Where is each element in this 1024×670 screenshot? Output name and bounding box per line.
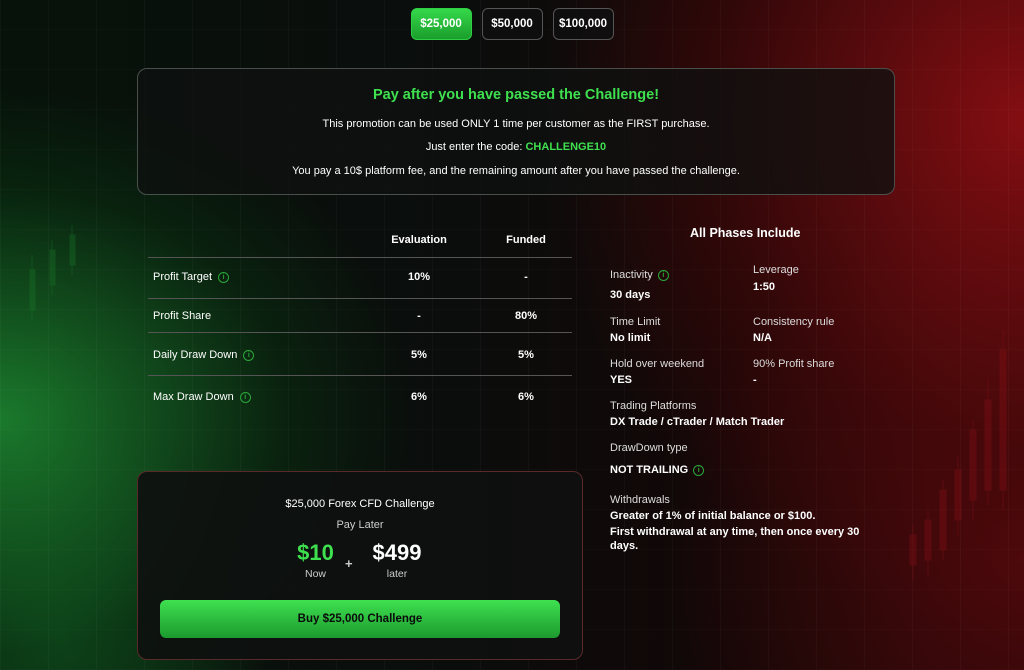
inactivity-value: 30 days (610, 289, 651, 301)
withdrawals-line-2: First withdrawal at any time, then once … (610, 526, 860, 538)
now-label: Now (304, 568, 326, 580)
daily-draw-down-funded: 5% (518, 349, 534, 361)
card-subtitle: Pay Later (336, 519, 384, 531)
row-label-profit-target: Profit Target (153, 271, 213, 283)
withdrawals-line-1: Greater of 1% of initial balance or $100… (610, 510, 816, 522)
phase-inactivity: Inactivity i 30 days (610, 268, 669, 302)
info-icon[interactable]: i (657, 269, 669, 281)
phase-time-limit: Time Limit No limit (610, 315, 660, 345)
promo-line-1: This promotion can be used ONLY 1 time p… (322, 118, 710, 130)
tab-50000[interactable]: $50,000 (481, 8, 543, 40)
account-size-tabs: $25,000 $50,000 $100,000 (0, 8, 1024, 40)
max-draw-down-funded: 6% (518, 391, 534, 403)
profit-share-label: 90% Profit share (753, 358, 835, 370)
platforms-label: Trading Platforms (610, 400, 697, 412)
inactivity-label: Inactivity (610, 269, 653, 281)
phase-drawdown-type: DrawDown type NOT TRAILING i (610, 441, 705, 477)
leverage-value: 1:50 (753, 281, 776, 293)
price-now: $10 Now (293, 540, 338, 580)
withdrawals-line-3: days. (610, 540, 639, 552)
platforms-value: DX Trade / cTrader / Match Trader (610, 416, 785, 428)
promo-code: CHALLENGE10 (525, 141, 607, 153)
withdrawals-label: Withdrawals (610, 494, 670, 506)
profit-target-funded: - (524, 271, 528, 283)
plus-sign: + (345, 556, 353, 571)
row-label-max-draw-down: Max Draw Down (153, 391, 234, 403)
later-amount: $499 (372, 540, 422, 565)
phase-weekend: Hold over weekend YES (610, 357, 704, 387)
profit-target-evaluation: 10% (407, 271, 431, 283)
row-label-profit-share: Profit Share (153, 310, 212, 322)
phase-platforms: Trading Platforms DX Trade / cTrader / M… (610, 399, 784, 429)
phase-leverage: Leverage 1:50 (753, 263, 799, 294)
table-row: Daily Draw Down i 5% 5% (148, 332, 572, 376)
promo-banner: Pay after you have passed the Challenge!… (137, 68, 895, 195)
weekend-value: YES (610, 374, 633, 386)
leverage-label: Leverage (753, 264, 799, 276)
tab-100000[interactable]: $100,000 (552, 8, 614, 40)
profit-share-value: - (753, 374, 757, 386)
drawdown-type-label: DrawDown type (610, 442, 688, 454)
buy-challenge-button[interactable]: Buy $25,000 Challenge (160, 600, 560, 638)
consistency-value: N/A (753, 332, 772, 344)
phases-title: All Phases Include (690, 226, 801, 240)
info-icon[interactable]: i (693, 464, 705, 476)
card-title: $25,000 Forex CFD Challenge (285, 498, 435, 510)
profit-share-evaluation: - (417, 310, 421, 322)
tab-25000[interactable]: $25,000 (410, 8, 472, 40)
promo-title: Pay after you have passed the Challenge! (372, 87, 660, 103)
drawdown-type-value: NOT TRAILING (610, 464, 689, 476)
time-limit-value: No limit (610, 332, 651, 344)
table-row: Profit Share - 80% (148, 298, 572, 333)
daily-draw-down-evaluation: 5% (411, 349, 427, 361)
phase-withdrawals: Withdrawals Greater of 1% of initial bal… (610, 493, 900, 553)
consistency-label: Consistency rule (753, 316, 835, 328)
table-header-divider (148, 230, 572, 258)
time-limit-label: Time Limit (610, 316, 661, 328)
now-amount: $10 (297, 540, 334, 565)
info-icon[interactable]: i (243, 349, 255, 361)
price-card: $25,000 Forex CFD Challenge Pay Later $1… (137, 471, 583, 660)
row-label-daily-draw-down: Daily Draw Down (153, 349, 238, 361)
info-icon[interactable]: i (239, 391, 251, 403)
max-draw-down-evaluation: 6% (411, 391, 427, 403)
later-label: later (386, 568, 408, 580)
table-row: Max Draw Down i 6% 6% (148, 375, 572, 419)
info-icon[interactable]: i (218, 271, 230, 283)
promo-line-2: Just enter the code: CHALLENGE10 (138, 141, 894, 153)
table-row: Profit Target i 10% - (148, 257, 572, 299)
weekend-label: Hold over weekend (610, 358, 705, 370)
page-content: $25,000 $50,000 $100,000 Pay after you h… (0, 0, 1024, 670)
price-later: $499 later (365, 540, 429, 580)
phase-consistency: Consistency rule N/A (753, 315, 834, 345)
phase-profit-share: 90% Profit share - (753, 357, 834, 387)
profit-share-funded: 80% (514, 310, 538, 322)
promo-line-3: You pay a 10$ platform fee, and the rema… (292, 165, 740, 177)
promo-code-prefix: Just enter the code: (425, 141, 526, 153)
